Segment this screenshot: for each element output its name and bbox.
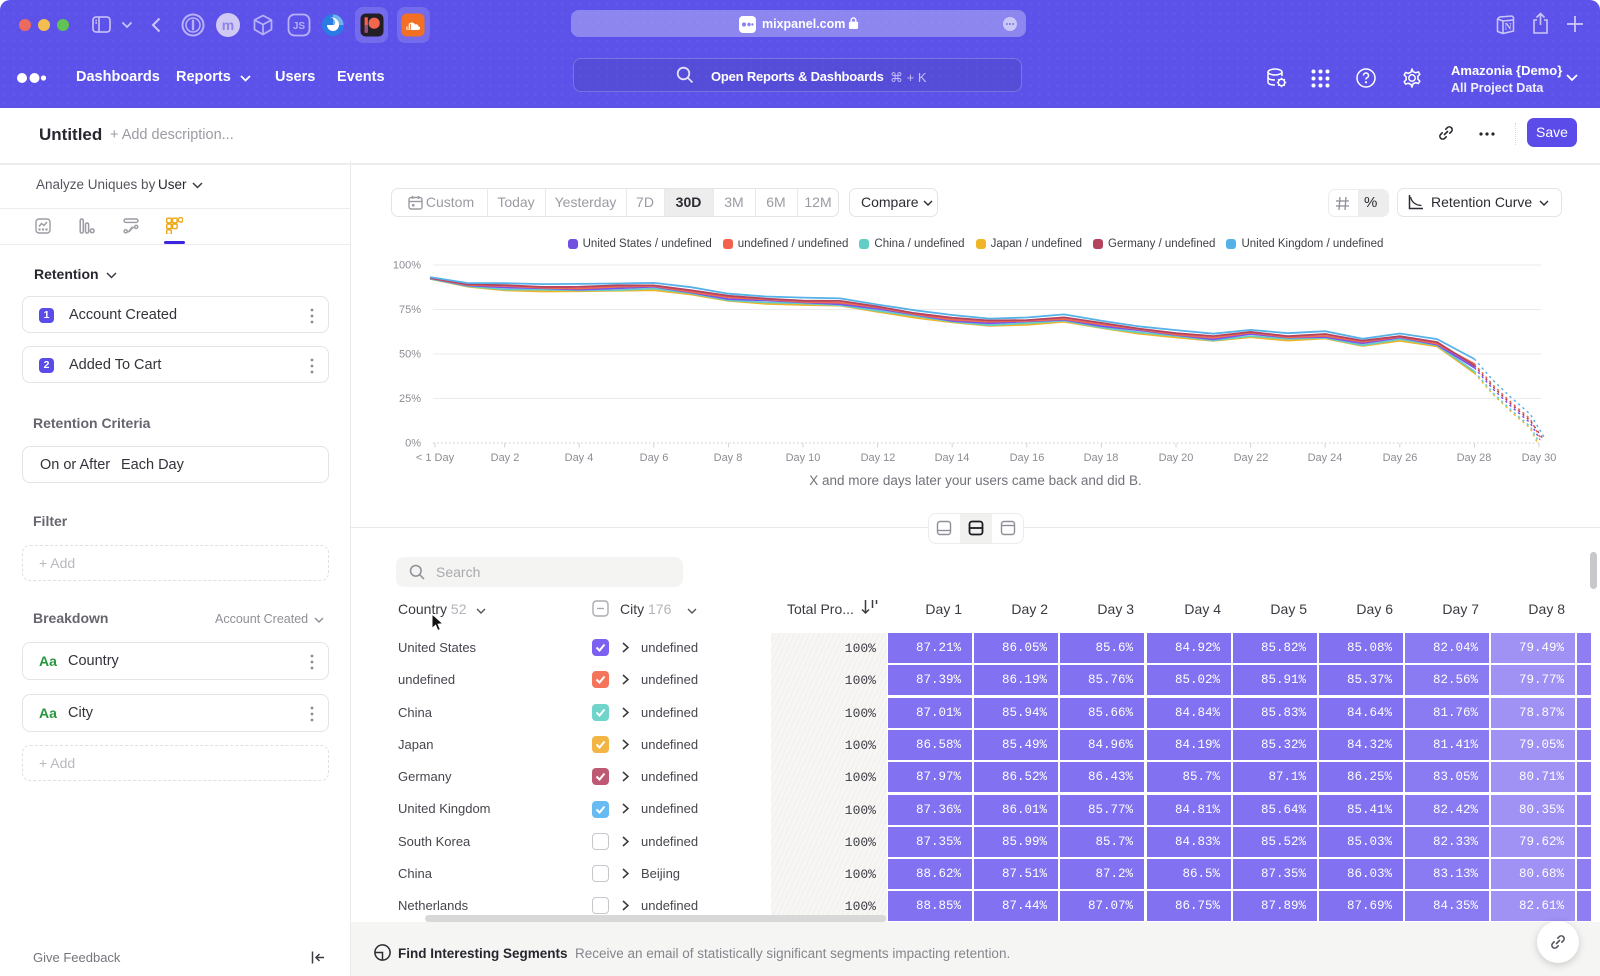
svg-text:25%: 25% (399, 393, 421, 405)
svg-text:N: N (1505, 23, 1512, 33)
svg-text:Day 10: Day 10 (786, 452, 821, 464)
svg-text:0%: 0% (405, 438, 421, 450)
svg-text:Day 16: Day 16 (1010, 452, 1045, 464)
svg-text:100%: 100% (393, 260, 421, 272)
svg-text:Day 2: Day 2 (491, 452, 520, 464)
svg-text:Day 8: Day 8 (714, 452, 743, 464)
svg-text:JS: JS (293, 21, 306, 32)
svg-text:50%: 50% (399, 349, 421, 361)
svg-text:Day 24: Day 24 (1308, 452, 1343, 464)
svg-text:Day 18: Day 18 (1084, 452, 1119, 464)
svg-text:Day 20: Day 20 (1159, 452, 1194, 464)
svg-text:Day 28: Day 28 (1457, 452, 1492, 464)
svg-text:Day 6: Day 6 (640, 452, 669, 464)
svg-text:Day 4: Day 4 (565, 452, 594, 464)
svg-text:< 1 Day: < 1 Day (416, 452, 455, 464)
svg-text:Day 12: Day 12 (861, 452, 896, 464)
svg-text:75%: 75% (399, 304, 421, 316)
svg-text:Day 14: Day 14 (935, 452, 970, 464)
svg-text:Day 26: Day 26 (1383, 452, 1418, 464)
svg-text:Day 22: Day 22 (1234, 452, 1269, 464)
svg-text:Day 30: Day 30 (1522, 452, 1557, 464)
